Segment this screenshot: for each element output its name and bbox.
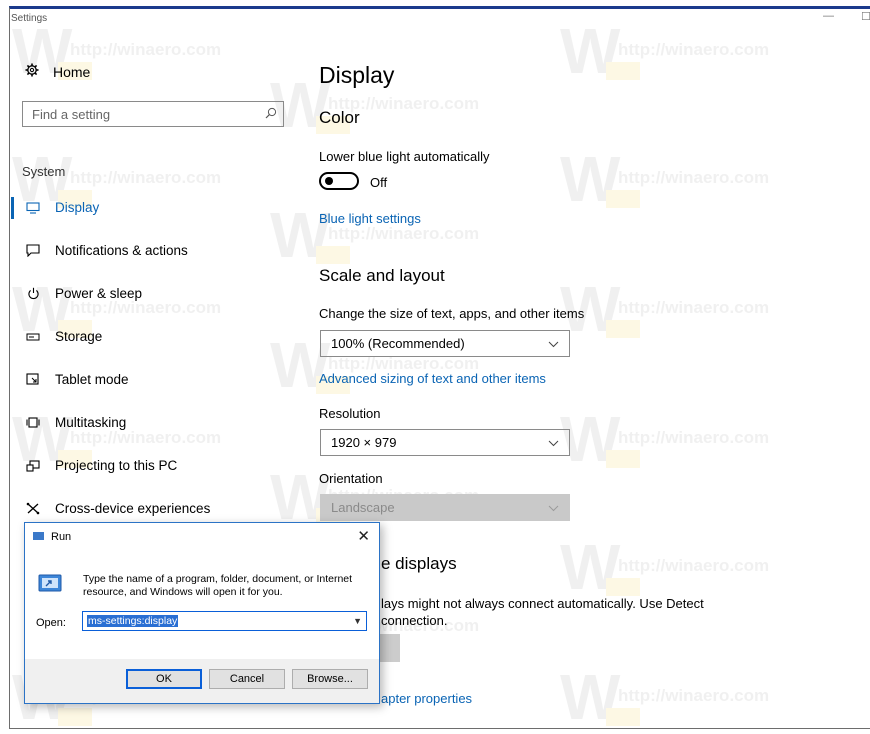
power-icon [25, 287, 41, 300]
run-open-label: Open: [36, 617, 66, 629]
sidebar-item-label: Power & sleep [55, 286, 143, 301]
run-input-value: ms-settings:display [87, 615, 179, 627]
orientation-value: Landscape [331, 500, 395, 515]
window-title: Settings [11, 13, 48, 24]
sidebar-item-label: Display [55, 200, 100, 215]
sidebar-item-label: Storage [55, 329, 103, 344]
ok-button[interactable]: OK [126, 669, 202, 689]
displays-description-line1: lays might not always connect automatica… [381, 596, 704, 611]
chevron-down-icon [548, 435, 559, 450]
adapter-properties-link[interactable]: apter properties [381, 691, 472, 706]
sidebar-item-notifications[interactable]: Notifications & actions [25, 243, 188, 258]
run-dialog: Run ✕ Type the name of a program, folder… [24, 522, 380, 704]
blue-light-settings-link[interactable]: Blue light settings [319, 211, 421, 226]
color-heading: Color [319, 108, 360, 127]
monitor-icon [25, 201, 41, 214]
minimize-button[interactable]: — [823, 10, 834, 22]
sidebar-item-cross-device[interactable]: Cross-device experiences [25, 501, 210, 516]
gear-icon [25, 63, 39, 80]
run-description: Type the name of a program, folder, docu… [83, 573, 353, 598]
sidebar-item-storage[interactable]: Storage [25, 329, 102, 344]
scale-heading: Scale and layout [319, 266, 445, 285]
multitasking-icon [25, 417, 41, 428]
advanced-sizing-link[interactable]: Advanced sizing of text and other items [319, 371, 546, 386]
orientation-dropdown[interactable]: Landscape [320, 494, 570, 521]
sidebar-item-label: Notifications & actions [55, 243, 188, 258]
search-icon [265, 107, 277, 122]
tablet-icon [25, 373, 41, 386]
sidebar-item-tablet-mode[interactable]: Tablet mode [25, 372, 129, 387]
run-title-bar: Run ✕ [25, 523, 379, 553]
sidebar-item-display[interactable]: Display [25, 200, 99, 215]
chevron-down-icon [548, 500, 559, 515]
home-nav[interactable]: Home [25, 63, 90, 80]
search-placeholder: Find a setting [32, 106, 111, 122]
scale-value: 100% (Recommended) [331, 336, 465, 351]
night-light-label: Lower blue light automatically [319, 149, 490, 164]
displays-description-line2: connection. [381, 613, 448, 628]
maximize-button[interactable]: ☐ [861, 10, 870, 23]
home-label: Home [53, 63, 91, 80]
multiple-displays-heading: e displays [381, 554, 457, 573]
detect-button[interactable] [380, 634, 400, 662]
night-light-toggle[interactable] [319, 172, 359, 190]
browse-button[interactable]: Browse... [292, 669, 368, 689]
sidebar-item-label: Multitasking [55, 415, 127, 430]
sidebar-item-projecting[interactable]: Projecting to this PC [25, 458, 177, 473]
run-program-icon [38, 573, 64, 598]
chevron-down-icon [548, 336, 559, 351]
projecting-icon [25, 459, 41, 472]
resolution-label: Resolution [319, 406, 381, 421]
page-title: Display [319, 62, 395, 88]
search-input[interactable]: Find a setting [22, 101, 284, 127]
resolution-value: 1920 × 979 [331, 435, 397, 450]
toggle-knob [325, 177, 333, 185]
sidebar-item-label: Cross-device experiences [55, 501, 211, 516]
resolution-dropdown[interactable]: 1920 × 979 [320, 429, 570, 456]
close-icon[interactable]: ✕ [357, 527, 370, 545]
toggle-state: Off [370, 175, 388, 190]
cancel-button[interactable]: Cancel [209, 669, 285, 689]
run-open-input[interactable]: ms-settings:display ▼ [82, 611, 367, 631]
scale-dropdown[interactable]: 100% (Recommended) [320, 330, 570, 357]
sidebar-item-multitasking[interactable]: Multitasking [25, 415, 126, 430]
chevron-down-icon[interactable]: ▼ [353, 616, 362, 626]
notification-icon [25, 244, 41, 257]
orientation-label: Orientation [319, 471, 383, 486]
sidebar-item-label: Projecting to this PC [55, 458, 178, 473]
cross-device-icon [25, 502, 41, 515]
sidebar-item-power[interactable]: Power & sleep [25, 286, 142, 301]
storage-icon [25, 333, 41, 341]
scale-label: Change the size of text, apps, and other… [319, 306, 585, 321]
section-label: System [22, 164, 66, 179]
run-app-icon [33, 532, 44, 540]
selection-indicator [11, 197, 14, 219]
run-body: Type the name of a program, folder, docu… [25, 553, 379, 659]
run-title: Run [51, 531, 72, 543]
sidebar-item-label: Tablet mode [55, 372, 129, 387]
